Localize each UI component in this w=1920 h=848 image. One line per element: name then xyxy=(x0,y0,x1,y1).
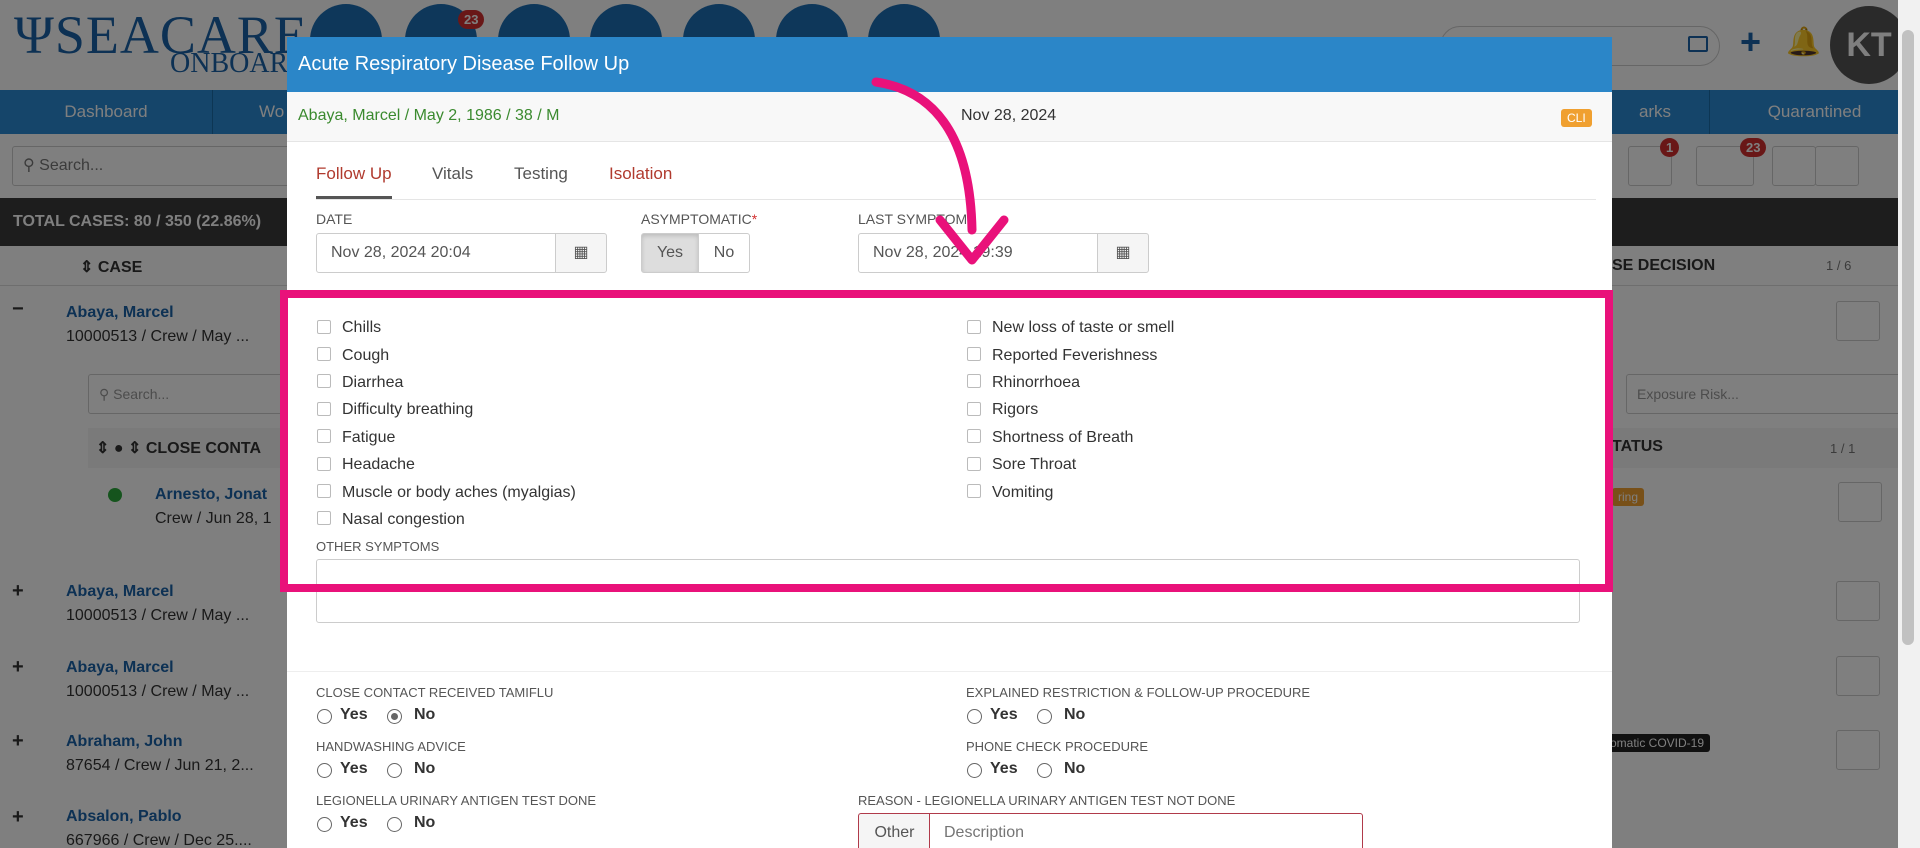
symptom-checkbox-diarrhea[interactable] xyxy=(317,374,331,388)
page-scrollbar[interactable] xyxy=(1898,0,1920,848)
reason-description-input[interactable] xyxy=(929,813,1363,848)
symptom-checkbox-cough[interactable] xyxy=(317,347,331,361)
symptom-label[interactable]: Shortness of Breath xyxy=(992,429,1133,447)
tamiflu-label: CLOSE CONTACT RECEIVED TAMIFLU xyxy=(316,685,554,700)
cli-badge: CLI xyxy=(1561,109,1592,127)
legionella-yes-label[interactable]: Yes xyxy=(340,814,368,832)
symptom-label[interactable]: Muscle or body aches (myalgias) xyxy=(342,484,576,502)
symptom-label[interactable]: Cough xyxy=(342,347,389,365)
explained-yes-label[interactable]: Yes xyxy=(990,706,1018,724)
phone-no-radio[interactable] xyxy=(1037,763,1052,778)
asymptomatic-no-button[interactable]: No xyxy=(698,233,750,273)
symptom-label[interactable]: Diarrhea xyxy=(342,374,403,392)
symptom-checkbox-shortness-of-breath[interactable] xyxy=(967,429,981,443)
symptom-checkbox-loss-of-taste[interactable] xyxy=(967,320,981,334)
legionella-no-radio[interactable] xyxy=(387,817,402,832)
symptom-checkbox-headache[interactable] xyxy=(317,457,331,471)
tamiflu-no-radio[interactable] xyxy=(387,709,402,724)
last-symptoms-calendar-button[interactable]: ▦ xyxy=(1097,233,1149,273)
symptom-label[interactable]: Vomiting xyxy=(992,484,1053,502)
asymptomatic-label-text: ASYMPTOMATIC xyxy=(641,211,752,227)
symptom-checkbox-rhinorrhoea[interactable] xyxy=(967,374,981,388)
other-symptoms-label: OTHER SYMPTOMS xyxy=(316,539,440,554)
symptom-checkbox-vomiting[interactable] xyxy=(967,484,981,498)
symptom-label[interactable]: Headache xyxy=(342,456,415,474)
phone-yes-label[interactable]: Yes xyxy=(990,760,1018,778)
legionella-reason-label: REASON - LEGIONELLA URINARY ANTIGEN TEST… xyxy=(858,793,1236,808)
symptom-checkbox-rigors[interactable] xyxy=(967,402,981,416)
explained-restriction-label: EXPLAINED RESTRICTION & FOLLOW-UP PROCED… xyxy=(966,685,1311,700)
symptom-label[interactable]: Chills xyxy=(342,319,381,337)
legionella-yes-radio[interactable] xyxy=(317,817,332,832)
symptom-checkbox-difficulty-breathing[interactable] xyxy=(317,402,331,416)
symptom-label[interactable]: Rigors xyxy=(992,401,1038,419)
asymptomatic-label: ASYMPTOMATIC* xyxy=(641,211,757,227)
explained-no-radio[interactable] xyxy=(1037,709,1052,724)
explained-yes-radio[interactable] xyxy=(967,709,982,724)
tamiflu-no-label[interactable]: No xyxy=(414,706,435,724)
required-marker: * xyxy=(751,211,758,227)
patient-info: Abaya, Marcel / May 2, 1986 / 38 / M xyxy=(298,107,560,124)
annotation-arrow-icon xyxy=(871,77,1009,265)
tab-testing[interactable]: Testing xyxy=(514,164,568,184)
symptom-checkbox-feverishness[interactable] xyxy=(967,347,981,361)
calendar-icon: ▦ xyxy=(1115,244,1131,261)
symptom-label[interactable]: Fatigue xyxy=(342,429,395,447)
tab-vitals[interactable]: Vitals xyxy=(432,164,473,184)
symptom-label[interactable]: Difficulty breathing xyxy=(342,401,473,419)
tab-isolation[interactable]: Isolation xyxy=(609,164,672,184)
tamiflu-yes-radio[interactable] xyxy=(317,709,332,724)
scrollbar-thumb[interactable] xyxy=(1902,30,1914,645)
symptom-label[interactable]: Nasal congestion xyxy=(342,511,465,529)
symptom-checkbox-sore-throat[interactable] xyxy=(967,457,981,471)
symptom-label[interactable]: Sore Throat xyxy=(992,456,1076,474)
calendar-icon: ▦ xyxy=(573,244,589,261)
symptom-label[interactable]: Rhinorrhoea xyxy=(992,374,1080,392)
reason-prefix: Other xyxy=(858,813,930,848)
other-symptoms-textarea[interactable] xyxy=(316,559,1580,623)
legionella-no-label[interactable]: No xyxy=(414,814,435,832)
handwashing-label: HANDWASHING ADVICE xyxy=(316,739,466,754)
handwashing-yes-label[interactable]: Yes xyxy=(340,760,368,778)
date-calendar-button[interactable]: ▦ xyxy=(555,233,607,273)
symptom-checkbox-fatigue[interactable] xyxy=(317,429,331,443)
phone-no-label[interactable]: No xyxy=(1064,760,1085,778)
symptom-label[interactable]: Reported Feverishness xyxy=(992,347,1157,365)
phone-yes-radio[interactable] xyxy=(967,763,982,778)
handwashing-no-radio[interactable] xyxy=(387,763,402,778)
asymptomatic-yes-button[interactable]: Yes xyxy=(641,233,699,273)
handwashing-yes-radio[interactable] xyxy=(317,763,332,778)
handwashing-no-label[interactable]: No xyxy=(414,760,435,778)
symptom-label[interactable]: New loss of taste or smell xyxy=(992,319,1174,337)
explained-no-label[interactable]: No xyxy=(1064,706,1085,724)
symptom-checkbox-nasal-congestion[interactable] xyxy=(317,511,331,525)
date-label: DATE xyxy=(316,211,353,227)
tab-follow-up[interactable]: Follow Up xyxy=(316,164,392,199)
date-input[interactable]: Nov 28, 2024 20:04 xyxy=(316,233,556,273)
section-divider xyxy=(287,671,1612,672)
legionella-label: LEGIONELLA URINARY ANTIGEN TEST DONE xyxy=(316,793,597,808)
phone-check-label: PHONE CHECK PROCEDURE xyxy=(966,739,1149,754)
symptom-checkbox-muscle-aches[interactable] xyxy=(317,484,331,498)
tamiflu-yes-label[interactable]: Yes xyxy=(340,706,368,724)
symptom-checkbox-chills[interactable] xyxy=(317,320,331,334)
